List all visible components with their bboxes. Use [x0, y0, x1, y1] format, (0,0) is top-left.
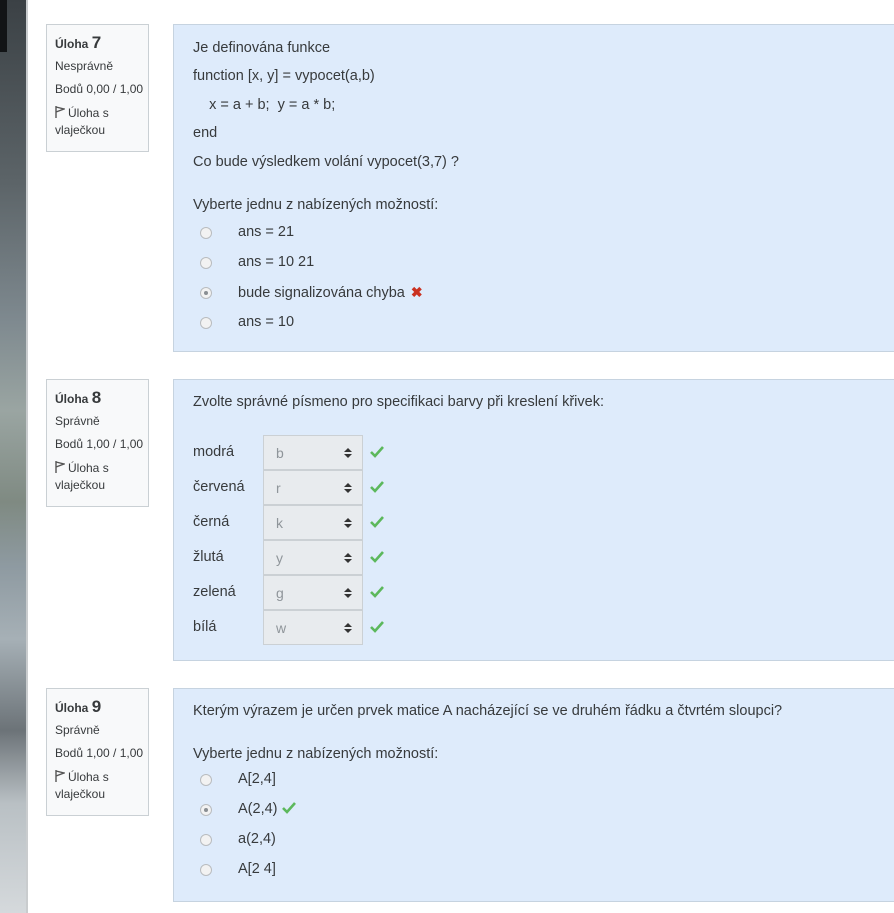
question-text-line: function [x, y] = vypocet(a,b)	[193, 68, 375, 84]
question-number: Úloha 9	[55, 697, 102, 716]
select-arrows-icon	[344, 553, 352, 563]
match-row: černá k	[193, 505, 413, 540]
match-row: bílá w	[193, 610, 413, 645]
answer-label: ans = 10	[238, 314, 295, 330]
flag-icon	[55, 770, 65, 782]
match-row: modrá b	[193, 435, 413, 470]
match-select[interactable]: w	[263, 610, 363, 645]
radio-button[interactable]	[200, 834, 212, 846]
match-label: červená	[193, 479, 245, 495]
match-label: zelená	[193, 584, 236, 600]
background-window-strip	[0, 0, 28, 913]
flag-question-link[interactable]: Úloha s vlaječkou	[55, 460, 148, 494]
match-select[interactable]: k	[263, 505, 363, 540]
radio-button-selected[interactable]	[200, 804, 212, 816]
check-icon	[370, 551, 384, 563]
check-icon	[370, 516, 384, 528]
flag-icon	[55, 461, 65, 473]
question-state: Správně	[55, 414, 100, 428]
question-text: Kterým výrazem je určen prvek matice A n…	[193, 703, 783, 719]
answer-label: A(2,4)	[238, 801, 278, 817]
question-number: Úloha 7	[55, 33, 102, 52]
check-icon	[370, 481, 384, 493]
radio-button[interactable]	[200, 317, 212, 329]
cross-icon: ✖	[410, 284, 423, 300]
question-grade: Bodů 1,00 / 1,00	[55, 746, 144, 760]
radio-button[interactable]	[200, 774, 212, 786]
answer-label: bude signalizována chyba	[238, 285, 405, 301]
question-state: Nesprávně	[55, 59, 114, 73]
answer-label: ans = 21	[238, 224, 295, 240]
match-row: červená r	[193, 470, 413, 505]
match-select[interactable]: r	[263, 470, 363, 505]
flag-icon	[55, 106, 65, 118]
check-icon	[370, 621, 384, 633]
check-icon	[370, 586, 384, 598]
answer-label: ans = 10 21	[238, 254, 315, 270]
radio-button[interactable]	[200, 864, 212, 876]
select-arrows-icon	[344, 448, 352, 458]
match-select[interactable]: g	[263, 575, 363, 610]
question-text-line: end	[193, 125, 218, 141]
question-number: Úloha 8	[55, 388, 102, 407]
question-info-7: Úloha 7 Nesprávně Bodů 0,00 / 1,00 Úloha…	[46, 24, 149, 152]
question-text: Zvolte správné písmeno pro specifikaci b…	[193, 394, 604, 410]
radio-button-selected[interactable]	[200, 287, 212, 299]
question-info-8: Úloha 8 Správně Bodů 1,00 / 1,00 Úloha s…	[46, 379, 149, 507]
question-text-line: Je definována funkce	[193, 40, 331, 56]
match-row: zelená g	[193, 575, 413, 610]
select-arrows-icon	[344, 518, 352, 528]
flag-question-link[interactable]: Úloha s vlaječkou	[55, 769, 148, 803]
question-text-line: x = a + b; y = a * b;	[193, 97, 336, 113]
question-info-9: Úloha 9 Správně Bodů 1,00 / 1,00 Úloha s…	[46, 688, 149, 816]
question-content-7: Je definována funkce function [x, y] = v…	[173, 24, 894, 352]
match-select[interactable]: b	[263, 435, 363, 470]
select-arrows-icon	[344, 483, 352, 493]
select-arrows-icon	[344, 623, 352, 633]
question-grade: Bodů 1,00 / 1,00	[55, 437, 144, 451]
question-state: Správně	[55, 723, 100, 737]
flag-question-link[interactable]: Úloha s vlaječkou	[55, 105, 148, 139]
answer-label: A[2,4]	[238, 771, 276, 787]
answer-prompt: Vyberte jednu z nabízených možností:	[193, 746, 439, 762]
answer-label: A[2 4]	[238, 861, 276, 877]
match-label: černá	[193, 514, 230, 530]
select-arrows-icon	[344, 588, 352, 598]
match-row: žlutá y	[193, 540, 413, 575]
check-icon	[370, 446, 384, 458]
match-select[interactable]: y	[263, 540, 363, 575]
radio-button[interactable]	[200, 227, 212, 239]
radio-button[interactable]	[200, 257, 212, 269]
answer-prompt: Vyberte jednu z nabízených možností:	[193, 197, 439, 213]
check-icon	[281, 802, 296, 814]
question-content-8: Zvolte správné písmeno pro specifikaci b…	[173, 379, 894, 661]
match-label: bílá	[193, 619, 217, 635]
match-label: žlutá	[193, 549, 224, 565]
answer-label: a(2,4)	[238, 831, 276, 847]
question-text-line: Co bude výsledkem volání vypocet(3,7) ?	[193, 154, 459, 170]
question-grade: Bodů 0,00 / 1,00	[55, 82, 144, 96]
question-content-9: Kterým výrazem je určen prvek matice A n…	[173, 688, 894, 902]
match-label: modrá	[193, 444, 235, 460]
